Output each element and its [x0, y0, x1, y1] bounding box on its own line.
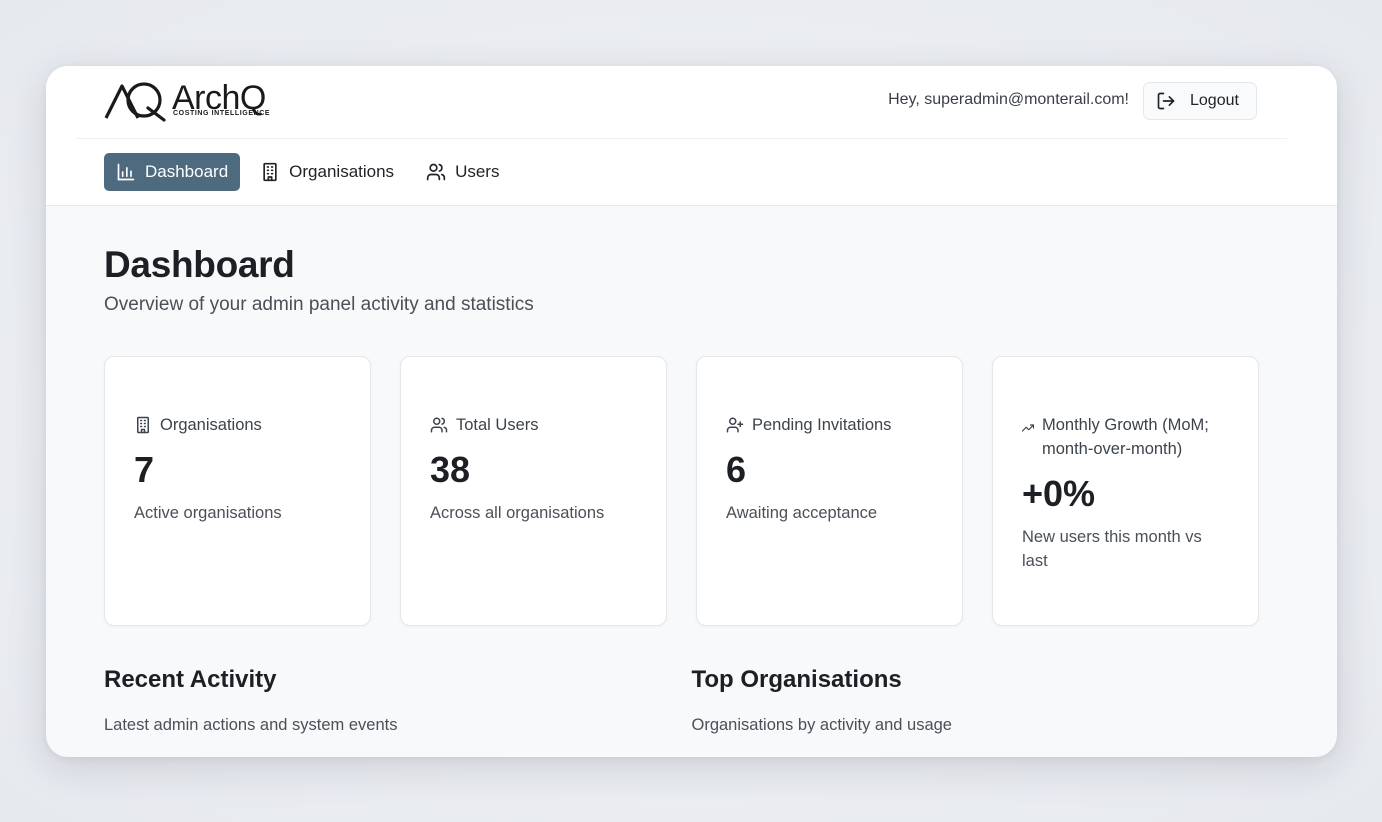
stat-value: +0% [1022, 473, 1096, 514]
page-title: Dashboard [104, 244, 295, 285]
logout-label: Logout [1190, 92, 1239, 109]
stat-value: 38 [430, 449, 471, 490]
logout-button[interactable]: Logout [1143, 82, 1257, 120]
brand-tagline: COSTING INTELLIGENCE [173, 110, 271, 117]
stat-label: Monthly Growth (MoM; month-over-month) [1042, 416, 1209, 458]
archq-logo-icon [104, 82, 166, 122]
top-bar: ArchQ COSTING INTELLIGENCE Hey, superadm… [76, 66, 1287, 139]
app-window: ArchQ COSTING INTELLIGENCE Hey, superadm… [46, 66, 1337, 757]
stat-description: Awaiting acceptance [726, 504, 878, 522]
stat-label: Total Users [456, 416, 539, 434]
stat-description: Across all organisations [430, 504, 605, 522]
stat-card-monthly-growth: Monthly Growth (MoM; month-over-month) +… [992, 356, 1259, 626]
bar-chart-icon [117, 163, 135, 181]
brand-logo[interactable]: ArchQ COSTING INTELLIGENCE [104, 79, 276, 122]
users-icon [430, 417, 448, 433]
nav-label: Organisations [289, 162, 395, 181]
nav-item-dashboard[interactable]: Dashboard [104, 153, 241, 191]
section-subtitle: Latest admin actions and system events [104, 716, 398, 734]
section-subtitle: Organisations by activity and usage [691, 716, 952, 734]
stat-description: Active organisations [134, 504, 282, 522]
building-icon [137, 416, 149, 434]
trending-up-icon [1022, 424, 1034, 432]
nav-item-users[interactable]: Users [414, 153, 511, 191]
building-icon [263, 162, 277, 182]
section-title: Top Organisations [691, 666, 902, 693]
stat-value: 7 [134, 449, 155, 490]
recent-activity-section: Recent Activity Latest admin actions and… [104, 666, 692, 735]
top-organisations-section: Top Organisations Organisations by activ… [692, 666, 1280, 735]
nav-label: Users [455, 162, 500, 181]
users-icon [426, 163, 446, 181]
nav-item-organisations[interactable]: Organisations [248, 153, 406, 191]
stat-card-organisations: Organisations 7 Active organisations [104, 356, 371, 626]
app-header: ArchQ COSTING INTELLIGENCE Hey, superadm… [46, 66, 1337, 206]
stat-card-pending-invitations: Pending Invitations 6 Awaiting acceptanc… [696, 356, 963, 626]
stat-description: New users this month vs last [1022, 528, 1202, 570]
section-title: Recent Activity [104, 666, 277, 693]
stat-card-total-users: Total Users 38 Across all organisations [400, 356, 667, 626]
logout-icon [1157, 92, 1175, 110]
dashboard-sections: Recent Activity Latest admin actions and… [104, 666, 1279, 735]
main-nav: Dashboard Organisations Users [104, 153, 511, 191]
stat-label: Pending Invitations [752, 416, 892, 434]
stat-value: 6 [726, 449, 747, 490]
page-subtitle: Overview of your admin panel activity an… [104, 294, 534, 315]
user-greeting: Hey, superadmin@monterail.com! [888, 91, 1129, 108]
stat-label: Organisations [160, 416, 262, 434]
main-content: Dashboard Overview of your admin panel a… [46, 244, 1337, 735]
nav-label: Dashboard [145, 162, 229, 181]
stats-cards: Organisations 7 Active organisations Tot… [104, 356, 1279, 626]
user-plus-icon [726, 417, 744, 433]
